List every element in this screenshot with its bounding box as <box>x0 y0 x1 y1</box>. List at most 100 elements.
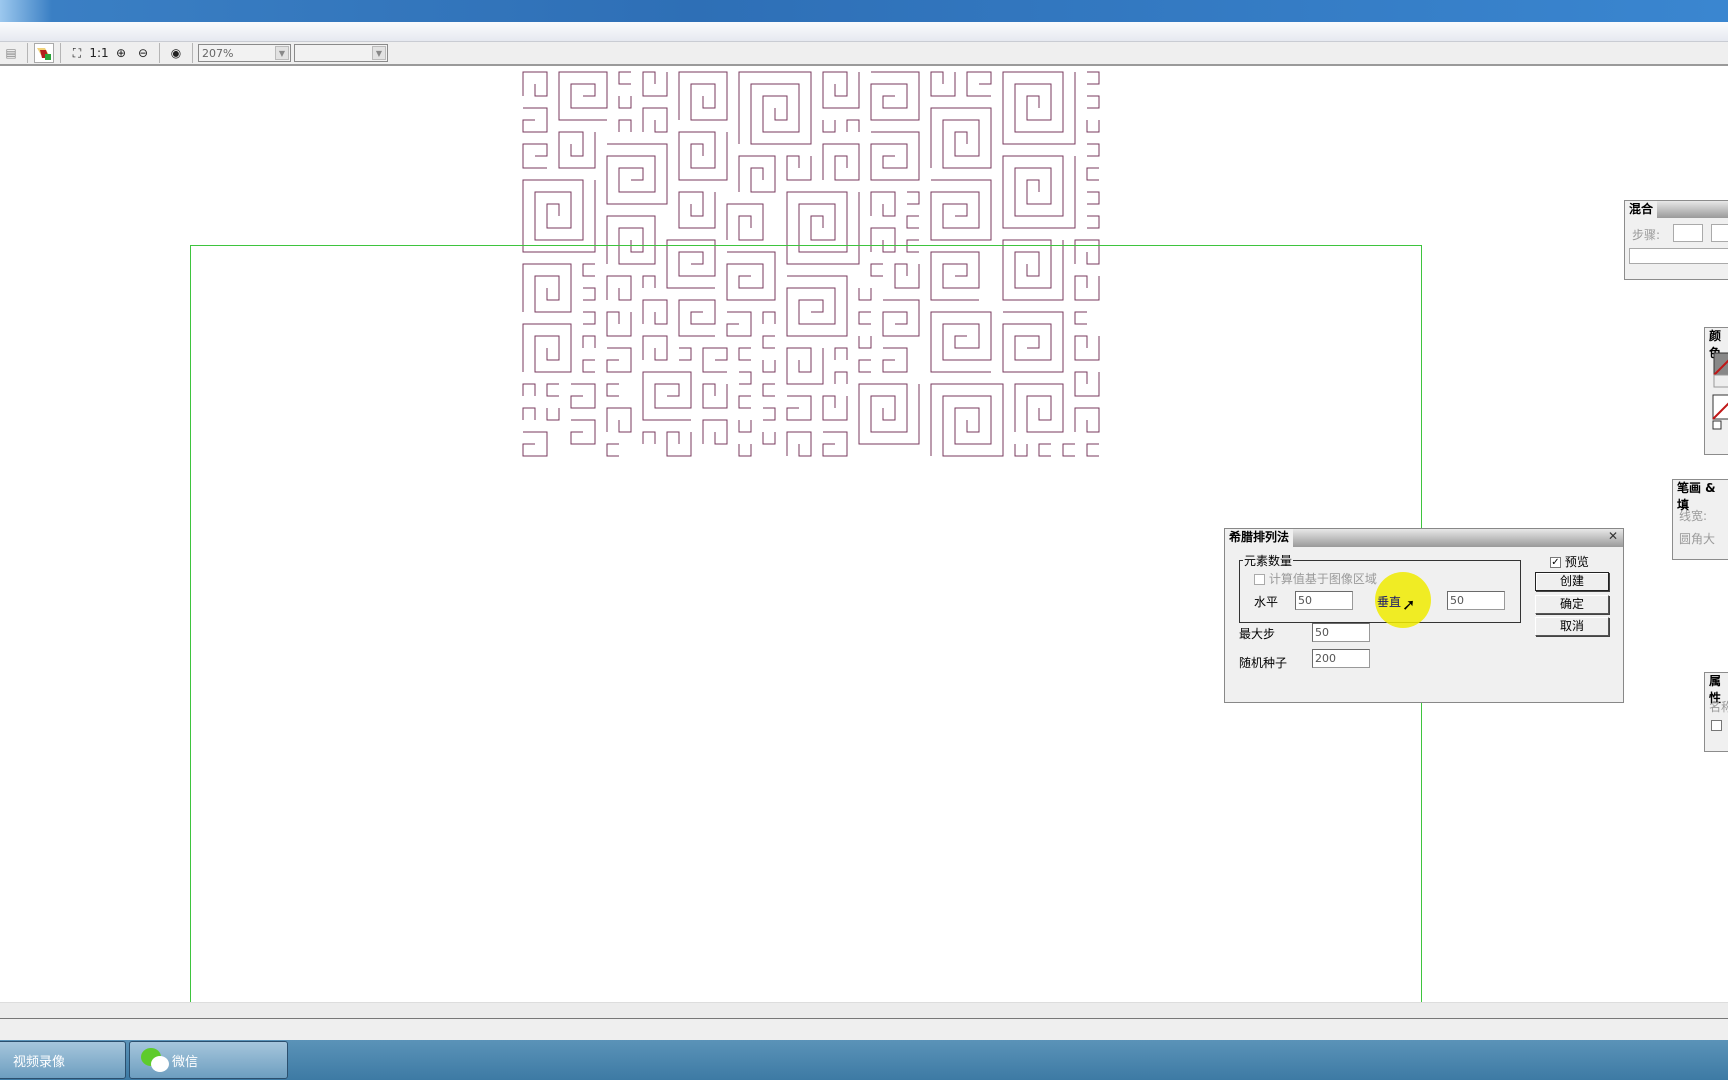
key-spiral <box>1002 71 1076 145</box>
key-spiral <box>1087 191 1100 205</box>
key-spiral <box>618 119 632 132</box>
properties-panel: 属性 名称 <box>1704 672 1728 752</box>
zoom-in-icon[interactable]: ⊕ <box>111 43 131 63</box>
create-button[interactable]: 创建 <box>1535 572 1609 591</box>
key-spiral <box>558 131 596 169</box>
key-spiral <box>642 71 668 97</box>
panel-title: 属性 <box>1705 673 1728 705</box>
color-panel: 颜色 <box>1704 327 1728 455</box>
line-width-label: 线宽: <box>1679 509 1708 523</box>
key-spiral <box>822 120 836 133</box>
key-spiral <box>1086 167 1099 181</box>
vertical-input[interactable]: 50 <box>1447 591 1505 610</box>
actual-size-button[interactable]: 1:1 <box>89 43 109 63</box>
calc-checkbox-label: 计算值基于图像区域 <box>1268 572 1377 586</box>
select-icon[interactable] <box>34 43 54 63</box>
key-spiral <box>738 71 812 145</box>
panel-title: 笔画 & 填 <box>1673 480 1728 512</box>
zoom-combo[interactable]: 207% ▼ <box>198 44 291 62</box>
horizontal-input[interactable]: 50 <box>1295 591 1353 610</box>
greek-key-dialog: 希腊排列法✕ 元素数量 计算值基于图像区域 水平 50 垂直 ➚ 垂直 50 最… <box>1224 528 1624 703</box>
key-spiral <box>642 107 668 133</box>
key-spiral <box>1087 95 1100 109</box>
step-input-1[interactable] <box>1673 224 1703 242</box>
blend-bar[interactable] <box>1629 248 1728 264</box>
ok-button[interactable]: 确定 <box>1535 595 1609 614</box>
group-label: 元素数量 <box>1243 552 1294 569</box>
key-spiral <box>930 179 992 241</box>
step-label: 步骤: <box>1632 228 1661 242</box>
key-spiral <box>558 71 608 121</box>
step-input-2[interactable] <box>1711 224 1728 242</box>
key-spiral <box>1086 120 1100 133</box>
divider <box>27 43 28 63</box>
panel-title: 混合 <box>1625 201 1658 218</box>
property-checkbox[interactable] <box>1711 720 1722 731</box>
title-bar <box>0 0 1728 22</box>
chevron-down-icon[interactable]: ▼ <box>275 46 289 60</box>
key-spiral <box>1002 155 1076 229</box>
zoom-prev-icon[interactable]: ◉ <box>166 43 186 63</box>
key-spiral <box>1087 71 1100 85</box>
max-step-label: 最大步 <box>1239 627 1276 641</box>
panel-title: 颜色 <box>1705 328 1728 360</box>
checkbox-checked-icon[interactable]: ✓ <box>1550 557 1561 568</box>
key-spiral <box>822 143 860 181</box>
zoom-out-icon[interactable]: ⊖ <box>133 43 153 63</box>
chevron-down-icon[interactable]: ▼ <box>372 46 386 60</box>
key-spiral <box>870 191 896 217</box>
preview-checkbox[interactable]: ✓ 预览 <box>1550 553 1589 570</box>
menu-band <box>0 22 1728 42</box>
taskbar-item-wechat[interactable]: 微信 <box>129 1041 288 1079</box>
calc-checkbox[interactable]: 计算值基于图像区域 <box>1254 570 1377 587</box>
status-bar <box>0 1002 1728 1019</box>
key-spiral <box>618 71 631 85</box>
key-spiral <box>678 71 728 121</box>
key-spiral <box>846 119 860 132</box>
dialog-title: 希腊排列法 <box>1225 529 1294 547</box>
key-spiral <box>678 191 716 229</box>
key-spiral <box>618 96 632 109</box>
taskbar-label: 视频录像 <box>13 1054 66 1070</box>
key-spiral <box>1087 143 1100 157</box>
page-icon[interactable]: ▤ <box>1 43 21 63</box>
seed-label: 随机种子 <box>1239 656 1288 670</box>
zoom-value: 207% <box>202 46 234 60</box>
key-spiral <box>786 155 812 181</box>
divider <box>60 43 61 63</box>
checkbox-icon[interactable] <box>1254 574 1265 585</box>
seed-input[interactable]: 200 <box>1312 649 1370 668</box>
key-spiral <box>966 71 992 97</box>
close-icon[interactable]: ✕ <box>1608 529 1623 547</box>
key-spiral <box>726 203 764 241</box>
horizontal-label: 水平 <box>1254 595 1279 609</box>
preview-label: 预览 <box>1564 555 1589 569</box>
key-spiral <box>930 107 992 169</box>
key-spiral <box>738 155 776 193</box>
key-spiral <box>606 143 668 205</box>
toolbar: ▤ ⛶ 1:1 ⊕ ⊖ ◉ 207% ▼ ▼ <box>0 42 1728 66</box>
taskbar: 视频录像 微信 <box>0 1040 1728 1080</box>
stroke-fill-panel: 笔画 & 填 线宽: 圆角大 <box>1672 479 1728 560</box>
status-area <box>0 1019 1728 1040</box>
secondary-combo[interactable]: ▼ <box>294 44 388 62</box>
key-spiral <box>870 131 920 181</box>
key-spiral <box>822 71 860 109</box>
key-spiral <box>930 71 956 97</box>
key-spiral <box>522 179 596 253</box>
cursor-icon: ➚ <box>1402 595 1416 614</box>
cancel-button[interactable]: 取消 <box>1535 617 1609 636</box>
fit-icon[interactable]: ⛶ <box>67 43 87 63</box>
taskbar-item-video[interactable]: 视频录像 <box>0 1041 126 1079</box>
key-spiral <box>906 215 919 229</box>
taskbar-label: 微信 <box>172 1054 199 1070</box>
key-spiral <box>522 107 548 133</box>
corner-label: 圆角大 <box>1679 532 1716 546</box>
key-spiral <box>907 191 920 205</box>
key-spiral <box>1087 215 1100 229</box>
color-swatch-icon[interactable] <box>1705 345 1728 450</box>
max-step-input[interactable]: 50 <box>1312 623 1370 642</box>
wechat-icon <box>141 1048 169 1072</box>
key-spiral <box>870 71 920 121</box>
key-spiral <box>678 131 728 181</box>
